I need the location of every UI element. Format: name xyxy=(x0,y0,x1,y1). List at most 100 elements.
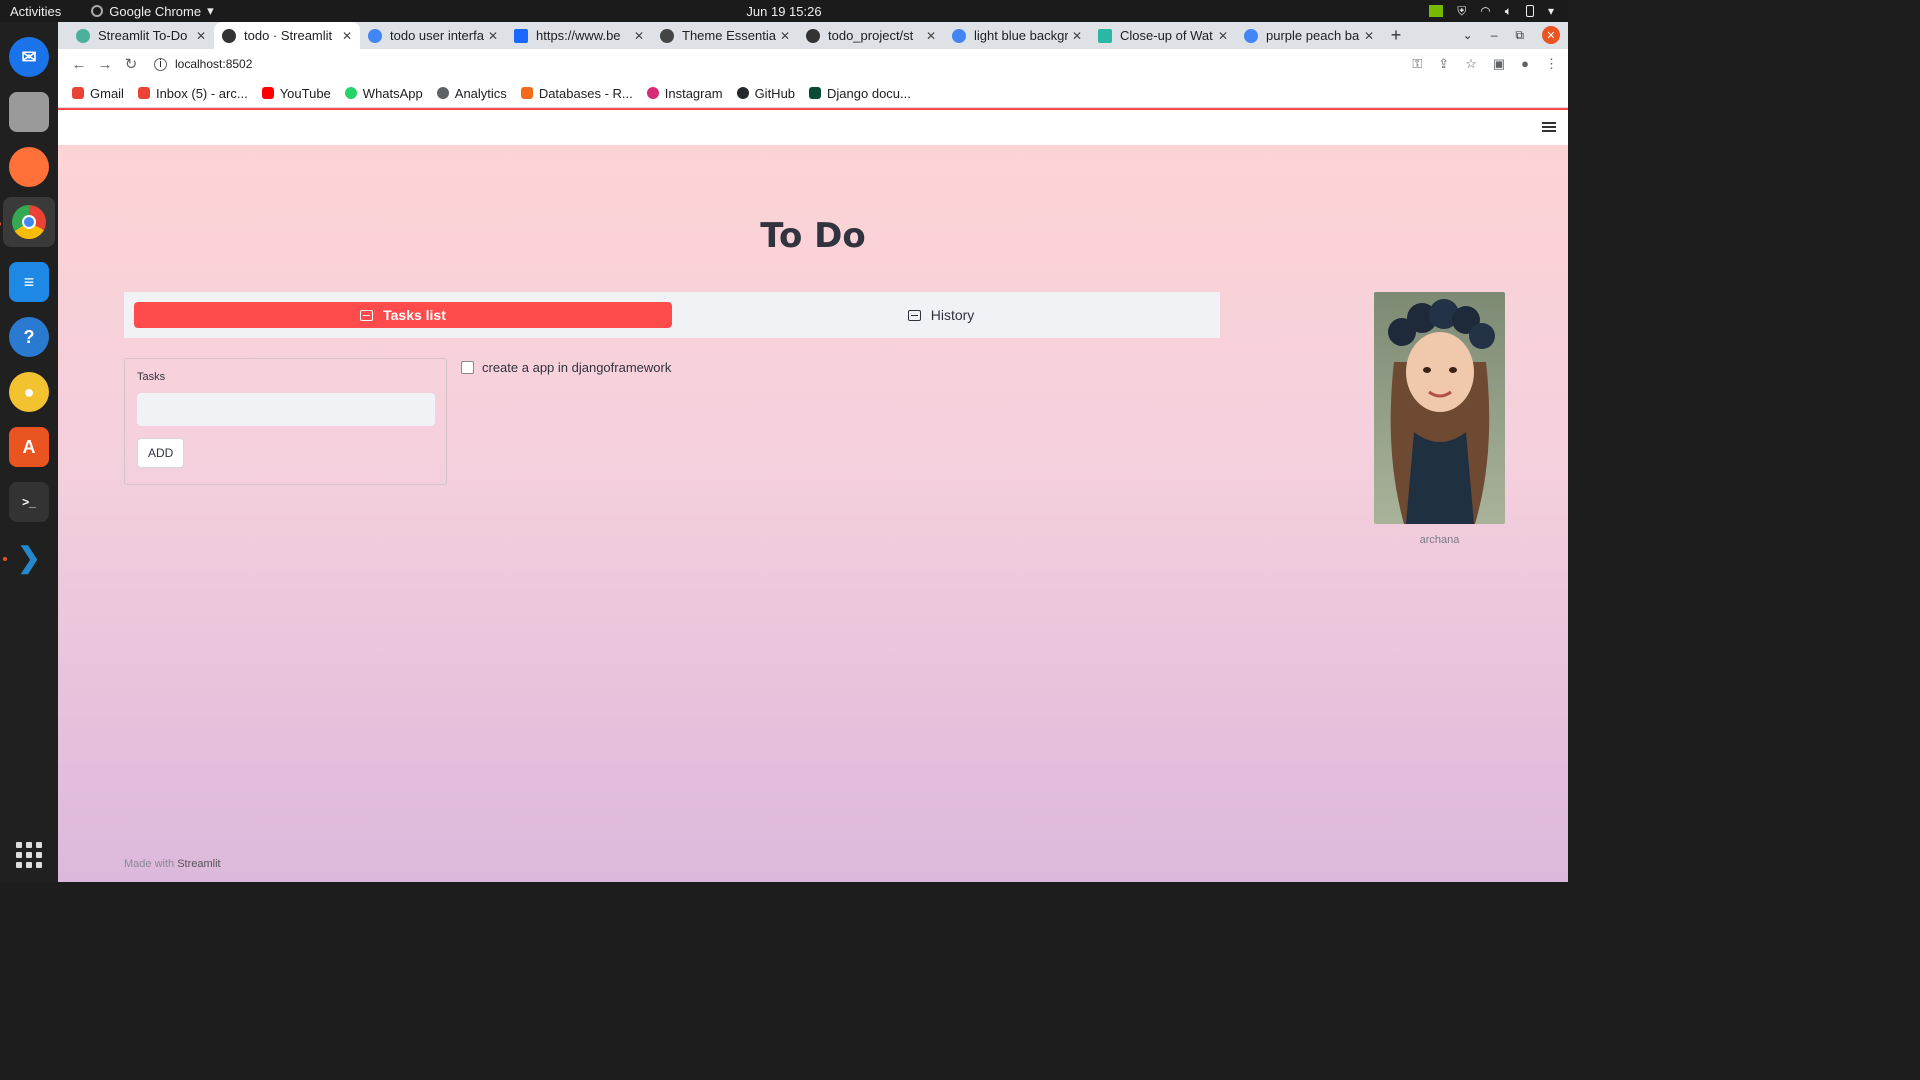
task-label: create a app in djangoframework xyxy=(482,360,672,375)
tab-label: Tasks list xyxy=(383,307,446,323)
bookmark-star-icon[interactable]: ☆ xyxy=(1465,56,1477,72)
shield-icon[interactable]: ⛨ xyxy=(1457,4,1466,19)
tab-favicon xyxy=(952,28,966,43)
nvidia-icon[interactable] xyxy=(1429,5,1444,17)
back-icon[interactable]: ← xyxy=(66,56,92,73)
new-tab-icon[interactable]: + xyxy=(1382,22,1410,49)
footer-prefix: Made with xyxy=(124,858,175,870)
tab-favicon xyxy=(514,28,528,43)
add-button[interactable]: ADD xyxy=(137,438,185,468)
task-checkbox[interactable] xyxy=(461,361,474,374)
menu-kebab-icon[interactable]: ⋮ xyxy=(1545,56,1558,72)
browser-tab[interactable]: https://www.be ✕ xyxy=(506,22,652,49)
streamlit-app: To Do Tasks list History Tasks ADD creat… xyxy=(58,108,1568,882)
share-icon[interactable]: ⇪ xyxy=(1438,56,1449,72)
chrome-dock-icon[interactable] xyxy=(0,197,55,247)
activities-button[interactable]: Activities xyxy=(10,4,61,19)
toolbar: ← → ↻ i localhost:8502 ⚿ ⇪ ☆ ▣ ● ⋮ xyxy=(58,49,1568,79)
tab-search-icon[interactable]: ⌄ xyxy=(1463,28,1473,42)
browser-tab[interactable]: Streamlit To-Do ✕ xyxy=(68,22,214,49)
bookmark-item[interactable]: WhatsApp xyxy=(344,86,423,101)
image-caption: archana xyxy=(1419,534,1460,546)
app-menu-label: Google Chrome xyxy=(109,3,202,19)
journal-icon xyxy=(907,309,921,321)
browser-tab[interactable]: light blue backgr ✕ xyxy=(944,22,1090,49)
browser-tab[interactable]: todo_project/st ✕ xyxy=(798,22,944,49)
bookmark-item[interactable]: Gmail xyxy=(72,86,124,101)
option-menu: Tasks list History xyxy=(124,292,1220,338)
add-task-form: Tasks ADD xyxy=(124,358,447,485)
tab-history[interactable]: History xyxy=(672,302,1210,328)
tab-close-icon[interactable]: ✕ xyxy=(926,29,936,43)
tab-close-icon[interactable]: ✕ xyxy=(780,29,790,43)
thunderbird-icon[interactable]: ✉ xyxy=(9,37,49,77)
bookmark-item[interactable]: YouTube xyxy=(261,86,331,101)
tab-favicon xyxy=(660,28,674,43)
tab-close-icon[interactable]: ✕ xyxy=(488,29,498,43)
tab-close-icon[interactable]: ✕ xyxy=(634,29,644,43)
streamlit-link[interactable]: Streamlit xyxy=(177,858,220,870)
app-header xyxy=(58,108,1568,145)
django-icon xyxy=(809,87,822,99)
reload-icon[interactable]: ↻ xyxy=(118,55,144,73)
terminal-icon[interactable]: >_ xyxy=(9,482,49,522)
close-window-icon[interactable]: ✕ xyxy=(1542,26,1560,44)
tab-favicon xyxy=(76,28,90,43)
wifi-icon[interactable]: ◠ xyxy=(1480,4,1490,18)
tab-close-icon[interactable]: ✕ xyxy=(342,29,352,43)
bookmark-item[interactable]: Django docu... xyxy=(809,86,911,101)
tab-close-icon[interactable]: ✕ xyxy=(1364,29,1374,43)
chrome-icon xyxy=(91,5,104,17)
browser-tab[interactable]: todo user interfa ✕ xyxy=(360,22,506,49)
bookmark-item[interactable]: Databases - R... xyxy=(520,86,633,101)
info-icon[interactable]: i xyxy=(154,57,167,71)
task-input[interactable] xyxy=(137,393,435,426)
tab-tasks-list[interactable]: Tasks list xyxy=(134,302,672,328)
help-icon[interactable]: ? xyxy=(9,317,49,357)
bookmark-item[interactable]: Instagram xyxy=(646,86,723,101)
key-icon[interactable]: ⚿ xyxy=(1412,56,1422,72)
show-apps-icon[interactable] xyxy=(16,842,42,868)
main-menu-icon[interactable] xyxy=(1542,122,1556,132)
bookmark-item[interactable]: GitHub xyxy=(736,86,795,101)
bookmark-item[interactable]: Analytics xyxy=(436,86,507,101)
browser-window: Streamlit To-Do ✕ todo · Streamlit ✕ todo … xyxy=(58,22,1568,108)
browser-tab[interactable]: Close-up of Wat ✕ xyxy=(1090,22,1236,49)
address-bar[interactable]: i localhost:8502 xyxy=(154,57,252,71)
rhythmbox-icon[interactable]: ● xyxy=(9,372,49,412)
tab-strip: Streamlit To-Do ✕ todo · Streamlit ✕ todo … xyxy=(58,22,1568,49)
volume-icon[interactable]: 🔈︎ xyxy=(1505,4,1512,19)
vscode-icon[interactable]: ❯ xyxy=(3,537,49,577)
tab-close-icon[interactable]: ✕ xyxy=(1218,29,1228,43)
app-menu[interactable]: Google Chrome ▾ xyxy=(91,3,214,19)
restore-icon[interactable]: ⧉ xyxy=(1515,28,1524,43)
task-item[interactable]: create a app in djangoframework xyxy=(461,360,671,375)
software-icon[interactable]: A xyxy=(9,427,49,467)
caret-down-icon: ▾ xyxy=(207,3,214,18)
power-caret-icon[interactable]: ▾ xyxy=(1548,4,1554,18)
bookmark-item[interactable]: Inbox (5) - arc... xyxy=(137,86,248,101)
minimize-icon[interactable]: – xyxy=(1491,28,1498,42)
instagram-icon xyxy=(646,87,659,99)
page-title: To Do xyxy=(760,216,866,256)
browser-tab-active[interactable]: todo · Streamlit ✕ xyxy=(214,22,360,49)
tasks-label: Tasks xyxy=(137,371,166,383)
files-icon[interactable] xyxy=(9,92,49,132)
browser-tab[interactable]: Theme Essential ✕ xyxy=(652,22,798,49)
profile-icon[interactable]: ● xyxy=(1521,56,1529,72)
tab-close-icon[interactable]: ✕ xyxy=(196,29,206,43)
clock[interactable]: Jun 19 15:26 xyxy=(746,4,821,19)
side-panel-icon[interactable]: ▣ xyxy=(1493,56,1505,72)
tab-favicon xyxy=(806,28,820,43)
system-top-bar: Activities Google Chrome ▾ Jun 19 15:26 … xyxy=(0,0,1568,22)
bookmarks-bar: Gmail Inbox (5) - arc... YouTube WhatsAp… xyxy=(58,79,1568,108)
tab-favicon xyxy=(222,28,236,43)
tab-close-icon[interactable]: ✕ xyxy=(1072,29,1082,43)
battery-icon[interactable] xyxy=(1525,5,1534,17)
forward-icon[interactable]: → xyxy=(92,56,118,73)
writer-icon[interactable]: ≡ xyxy=(9,262,49,302)
github-icon xyxy=(736,87,749,99)
browser-tab[interactable]: purple peach ba ✕ xyxy=(1236,22,1382,49)
firefox-icon[interactable] xyxy=(9,147,49,187)
footer: Made with Streamlit xyxy=(124,858,221,870)
